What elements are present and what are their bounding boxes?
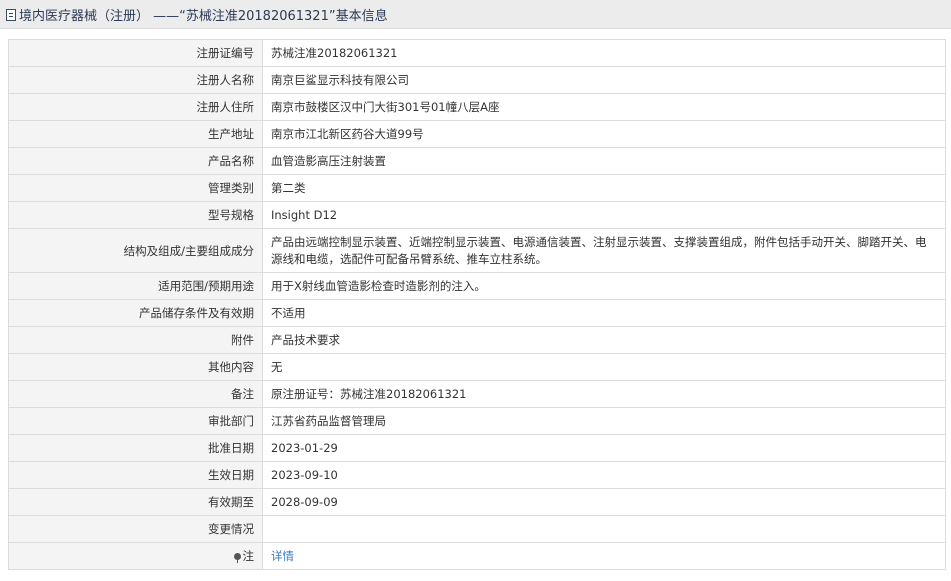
row-value-registrant-name: 南京巨鲨显示科技有限公司 [262, 66, 946, 94]
row-label-approval-date: 批准日期 [8, 434, 263, 462]
row-value-management-class: 第二类 [262, 174, 946, 202]
row-value-structure: 产品由远端控制显示装置、近端控制显示装置、电源通信装置、注射显示装置、支撑装置组… [262, 228, 946, 273]
table-row: 生效日期 2023-09-10 [8, 461, 946, 489]
table-row: 注册人住所 南京市鼓楼区汉中门大街301号01幢八层A座 [8, 93, 946, 121]
table-row: 注册人名称 南京巨鲨显示科技有限公司 [8, 66, 946, 94]
table-row: 生产地址 南京市江北新区药谷大道99号 [8, 120, 946, 148]
row-value-changes [262, 515, 946, 543]
row-label-effective-date: 生效日期 [8, 461, 263, 489]
row-value-storage: 不适用 [262, 299, 946, 327]
table-row: 附件 产品技术要求 [8, 326, 946, 354]
info-table: 注册证编号 苏械注准20182061321 注册人名称 南京巨鲨显示科技有限公司… [8, 39, 946, 570]
pin-icon [233, 553, 241, 563]
table-row: 变更情况 [8, 515, 946, 543]
row-value-model-spec: Insight D12 [262, 201, 946, 229]
table-row: 产品储存条件及有效期 不适用 [8, 299, 946, 327]
row-label-registrant-address: 注册人住所 [8, 93, 263, 121]
document-icon [6, 8, 16, 21]
row-label-expiry-date: 有效期至 [8, 488, 263, 516]
page-header: 境内医疗器械（注册） ——“苏械注准20182061321”基本信息 [0, 0, 951, 29]
row-label-product-name: 产品名称 [8, 147, 263, 175]
row-value-effective-date: 2023-09-10 [262, 461, 946, 489]
row-value-registrant-address: 南京市鼓楼区汉中门大街301号01幢八层A座 [262, 93, 946, 121]
row-value-registration-no: 苏械注准20182061321 [262, 39, 946, 67]
table-row: 注册证编号 苏械注准20182061321 [8, 39, 946, 67]
row-label-production-address: 生产地址 [8, 120, 263, 148]
row-value-approval-dept: 江苏省药品监督管理局 [262, 407, 946, 435]
table-row: 管理类别 第二类 [8, 174, 946, 202]
row-value-approval-date: 2023-01-29 [262, 434, 946, 462]
note-label: 注 [242, 549, 255, 563]
detail-link[interactable]: 详情 [271, 549, 294, 563]
row-value-other: 无 [262, 353, 946, 381]
row-label-note: 注 [8, 542, 263, 570]
row-label-approval-dept: 审批部门 [8, 407, 263, 435]
row-value-attachment: 产品技术要求 [262, 326, 946, 354]
row-label-registration-no: 注册证编号 [8, 39, 263, 67]
row-label-management-class: 管理类别 [8, 174, 263, 202]
row-label-remarks: 备注 [8, 380, 263, 408]
table-row: 结构及组成/主要组成成分 产品由远端控制显示装置、近端控制显示装置、电源通信装置… [8, 228, 946, 273]
row-label-attachment: 附件 [8, 326, 263, 354]
row-value-remarks: 原注册证号：苏械注准20182061321 [262, 380, 946, 408]
row-value-product-name: 血管造影高压注射装置 [262, 147, 946, 175]
table-row: 产品名称 血管造影高压注射装置 [8, 147, 946, 175]
table-row: 型号规格 Insight D12 [8, 201, 946, 229]
row-label-model-spec: 型号规格 [8, 201, 263, 229]
row-label-storage: 产品储存条件及有效期 [8, 299, 263, 327]
row-label-changes: 变更情况 [8, 515, 263, 543]
table-row: 备注 原注册证号：苏械注准20182061321 [8, 380, 946, 408]
table-row: 注 详情 [8, 542, 946, 570]
row-value-intended-use: 用于X射线血管造影检查时造影剂的注入。 [262, 272, 946, 300]
table-row: 批准日期 2023-01-29 [8, 434, 946, 462]
row-value-note: 详情 [262, 542, 946, 570]
row-label-structure: 结构及组成/主要组成成分 [8, 228, 263, 273]
page-title: 境内医疗器械（注册） ——“苏械注准20182061321”基本信息 [19, 8, 388, 24]
row-value-production-address: 南京市江北新区药谷大道99号 [262, 120, 946, 148]
row-label-other: 其他内容 [8, 353, 263, 381]
table-row: 有效期至 2028-09-09 [8, 488, 946, 516]
row-label-registrant-name: 注册人名称 [8, 66, 263, 94]
table-row: 其他内容 无 [8, 353, 946, 381]
row-label-intended-use: 适用范围/预期用途 [8, 272, 263, 300]
table-row: 审批部门 江苏省药品监督管理局 [8, 407, 946, 435]
table-row: 适用范围/预期用途 用于X射线血管造影检查时造影剂的注入。 [8, 272, 946, 300]
row-value-expiry-date: 2028-09-09 [262, 488, 946, 516]
